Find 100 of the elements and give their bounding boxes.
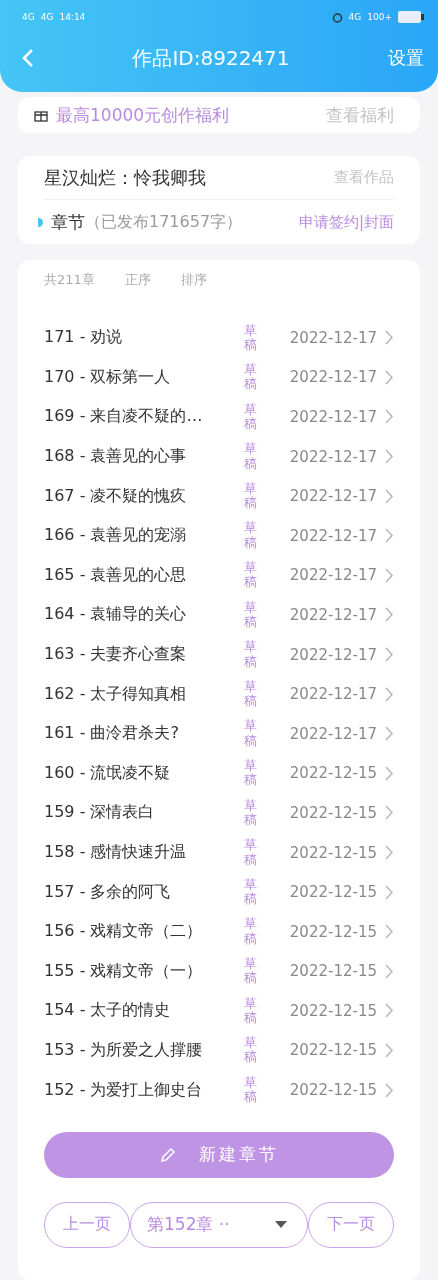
chapter-date: 2022-12-15 (288, 962, 378, 981)
chapter-row[interactable]: 170 - 双标第一人 草稿 2022-12-17 (44, 357, 394, 398)
chapter-date: 2022-12-15 (288, 1001, 378, 1020)
chapter-date: 2022-12-17 (288, 368, 378, 387)
chapter-row[interactable]: 165 - 袁善见的心思 草稿 2022-12-17 (44, 555, 394, 596)
draft-status: 草稿 (244, 402, 258, 432)
draft-status: 草稿 (244, 1036, 258, 1065)
pencil-icon (159, 1145, 177, 1164)
status-time: 14:14 (59, 12, 86, 22)
chapter-row[interactable]: 160 - 流氓凌不疑 草稿 2022-12-15 (44, 753, 394, 794)
published-count: （已发布171657字） (85, 211, 243, 233)
chapter-title: 160 - 流氓凌不疑 (44, 762, 172, 784)
chapter-date: 2022-12-15 (288, 883, 378, 902)
chapter-title: 158 - 感情快速升温 (44, 842, 188, 863)
chapter-row[interactable]: 167 - 凌不疑的愧疚 草稿 2022-12-17 (44, 476, 394, 516)
gift-icon (34, 108, 48, 122)
chapter-title: 170 - 双标第一人 (44, 366, 172, 388)
back-icon[interactable] (22, 48, 34, 68)
chapter-title: 157 - 多余的阿飞 (44, 881, 172, 903)
chapter-title: 162 - 太子得知真相 (44, 683, 188, 705)
draft-status: 草稿 (244, 442, 258, 471)
chapter-title: 154 - 太子的情史 (44, 1000, 172, 1022)
chapter-row[interactable]: 159 - 深情表白 草稿 2022-12-15 (44, 793, 394, 833)
chevron-icon (385, 330, 394, 346)
chapter-title: 166 - 袁善见的宠溺 (44, 525, 188, 547)
chapter-row[interactable]: 166 - 袁善见的宠溺 草稿 2022-12-17 (44, 515, 394, 556)
draft-status: 草稿 (244, 600, 258, 630)
draft-status: 草稿 (244, 759, 258, 788)
chapter-row[interactable]: 168 - 袁善见的心事 草稿 2022-12-17 (44, 436, 394, 477)
chapter-title: 155 - 戏精文帝（一） (44, 960, 204, 982)
chapter-title: 164 - 袁辅导的关心 (44, 604, 188, 626)
chevron-icon (385, 884, 394, 900)
chapter-date: 2022-12-17 (288, 447, 378, 466)
draft-status: 草稿 (244, 798, 258, 828)
chapter-title: 163 - 夫妻齐心查案 (44, 644, 188, 666)
page-title: 作品ID:8922471 (131, 44, 291, 72)
chevron-icon (385, 963, 394, 979)
chevron-icon (385, 924, 394, 940)
chevron-icon (385, 369, 394, 385)
draft-status: 草稿 (244, 363, 258, 392)
chevron-icon (385, 647, 394, 663)
chapter-date: 2022-12-15 (288, 843, 378, 862)
draft-status: 草稿 (244, 996, 258, 1026)
network-label: 4G (40, 12, 54, 22)
chevron-icon (385, 805, 394, 821)
chapter-row[interactable]: 164 - 袁辅导的关心 草稿 2022-12-17 (44, 595, 394, 635)
chevron-icon (385, 409, 394, 425)
chapter-row[interactable]: 169 - 来自凌不疑的… 草稿 2022-12-17 (44, 397, 394, 437)
chapter-row[interactable]: 171 - 劝说 草稿 2022-12-17 (44, 318, 394, 358)
draft-status: 草稿 (244, 561, 258, 590)
chapter-date: 2022-12-15 (288, 922, 378, 941)
draft-status: 草稿 (244, 521, 258, 551)
chevron-icon (385, 726, 394, 742)
chevron-icon (385, 488, 394, 504)
chapter-date: 2022-12-15 (288, 803, 378, 822)
dropdown-icon (275, 1221, 287, 1229)
draft-status: 草稿 (244, 679, 258, 709)
chapter-title: 153 - 为所爱之人撑腰 (44, 1040, 204, 1061)
chapter-date: 2022-12-17 (288, 526, 378, 545)
chapter-title: 171 - 劝说 (44, 327, 124, 349)
chapter-date: 2022-12-17 (288, 566, 378, 585)
draft-status: 草稿 (244, 640, 258, 669)
network-label: 4G (348, 12, 362, 22)
chapter-title: 156 - 戏精文帝（二） (44, 921, 204, 943)
battery-icon (398, 11, 424, 23)
chapter-row[interactable]: 152 - 为爱打上御史台 草稿 2022-12-15 (44, 1070, 394, 1110)
chapter-title: 152 - 为爱打上御史台 (44, 1079, 204, 1101)
chapter-row[interactable]: 163 - 夫妻齐心查案 草稿 2022-12-17 (44, 634, 394, 675)
chapter-date: 2022-12-17 (288, 724, 378, 743)
chapter-date: 2022-12-17 (288, 645, 378, 664)
chevron-icon (385, 1043, 394, 1058)
draft-status: 草稿 (244, 917, 258, 946)
battery-level: 100+ (367, 12, 392, 22)
chapter-title: 165 - 袁善见的心思 (44, 564, 188, 586)
chapter-date: 2022-12-17 (288, 328, 378, 347)
chapter-date: 2022-12-17 (288, 685, 378, 704)
chevron-icon (385, 1003, 394, 1019)
draft-status: 草稿 (244, 719, 258, 749)
chapter-row[interactable]: 158 - 感情快速升温 草稿 2022-12-15 (44, 832, 394, 873)
chevron-icon (385, 845, 394, 860)
chapter-row[interactable]: 155 - 戏精文帝（一） 草稿 2022-12-15 (44, 951, 394, 992)
chapter-title: 161 - 曲泠君杀夫? (44, 723, 180, 745)
chapter-row[interactable]: 156 - 戏精文帝（二） 草稿 2022-12-15 (44, 911, 394, 952)
benefit-text: 最高10000元创作福利 (56, 103, 230, 127)
work-title: 星汉灿烂：怜我卿我 (44, 165, 206, 190)
chapter-title: 159 - 深情表白 (44, 802, 156, 824)
chapter-row[interactable]: 161 - 曲泠君杀夫? 草稿 2022-12-17 (44, 713, 394, 754)
draft-status: 草稿 (244, 838, 258, 867)
draft-status: 草稿 (244, 1075, 258, 1105)
chapter-row[interactable]: 157 - 多余的阿飞 草稿 2022-12-15 (44, 872, 394, 912)
chevron-icon (385, 607, 394, 623)
chapter-date: 2022-12-17 (288, 605, 378, 624)
chapter-date: 2022-12-17 (288, 487, 378, 506)
draft-status: 草稿 (244, 877, 258, 907)
chapter-row[interactable]: 154 - 太子的情史 草稿 2022-12-15 (44, 991, 394, 1031)
draft-status: 草稿 (244, 323, 258, 353)
chapter-row[interactable]: 162 - 太子得知真相 草稿 2022-12-17 (44, 674, 394, 714)
chapter-date: 2022-12-15 (288, 1081, 378, 1100)
chapter-row[interactable]: 153 - 为所爱之人撑腰 草稿 2022-12-15 (44, 1030, 394, 1071)
section-label: 章节 (51, 210, 85, 234)
